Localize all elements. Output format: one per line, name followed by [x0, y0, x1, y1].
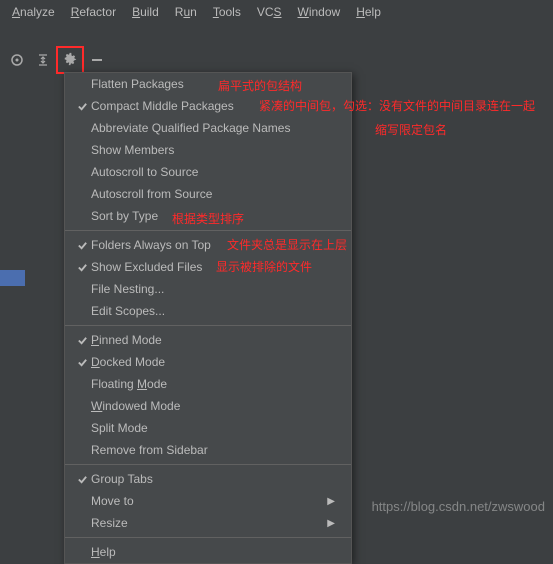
annotation: 扁平式的包结构 [218, 77, 302, 94]
submenu-arrow-icon: ▶ [327, 496, 335, 507]
menu-item-label: Autoscroll from Source [91, 187, 335, 201]
menu-vcs[interactable]: VCS [249, 3, 290, 21]
watermark: https://blog.csdn.net/zwswood [372, 499, 545, 514]
menu-item-floating-mode[interactable]: Floating Mode [65, 373, 351, 395]
check-icon [73, 240, 91, 251]
menu-item-resize[interactable]: Resize▶ [65, 512, 351, 534]
menu-item-autoscroll-to-source[interactable]: Autoscroll to Source [65, 161, 351, 183]
menu-analyze[interactable]: Analyze [4, 3, 63, 21]
settings-popup-menu: Flatten PackagesCompact Middle PackagesA… [64, 72, 352, 564]
menu-item-group-tabs[interactable]: Group Tabs [65, 468, 351, 490]
menu-item-autoscroll-from-source[interactable]: Autoscroll from Source [65, 183, 351, 205]
check-icon [73, 262, 91, 273]
menu-item-windowed-mode[interactable]: Windowed Mode [65, 395, 351, 417]
menu-refactor[interactable]: Refactor [63, 3, 124, 21]
annotation: 缩写限定包名 [375, 121, 447, 138]
menu-item-label: Help [91, 545, 335, 559]
menu-item-label: Split Mode [91, 421, 335, 435]
minimize-icon-button[interactable] [86, 49, 108, 71]
submenu-arrow-icon: ▶ [327, 518, 335, 529]
menu-run[interactable]: Run [167, 3, 205, 21]
menu-item-move-to[interactable]: Move to▶ [65, 490, 351, 512]
menu-separator [65, 464, 351, 465]
annotation: 显示被排除的文件 [216, 258, 312, 275]
menu-item-label: Floating Mode [91, 377, 335, 391]
menu-item-flatten-packages[interactable]: Flatten Packages [65, 73, 351, 95]
menu-item-help[interactable]: Help [65, 541, 351, 563]
menu-window[interactable]: Window [290, 3, 349, 21]
annotation: 根据类型排序 [172, 210, 244, 227]
settings-gear-highlight [56, 46, 84, 74]
menu-item-edit-scopes[interactable]: Edit Scopes... [65, 300, 351, 322]
menu-item-label: Move to [91, 494, 327, 508]
menu-item-label: Docked Mode [91, 355, 335, 369]
menu-separator [65, 230, 351, 231]
menu-item-label: Windowed Mode [91, 399, 335, 413]
menu-build[interactable]: Build [124, 3, 167, 21]
menu-item-pinned-mode[interactable]: Pinned Mode [65, 329, 351, 351]
target-icon-button[interactable] [6, 49, 28, 71]
menu-item-label: File Nesting... [91, 282, 335, 296]
menu-separator [65, 537, 351, 538]
menu-item-split-mode[interactable]: Split Mode [65, 417, 351, 439]
check-icon [73, 474, 91, 485]
menu-item-show-members[interactable]: Show Members [65, 139, 351, 161]
check-icon [73, 101, 91, 112]
menu-item-remove-from-sidebar[interactable]: Remove from Sidebar [65, 439, 351, 461]
menu-item-label: Pinned Mode [91, 333, 335, 347]
collapse-icon-button[interactable] [32, 49, 54, 71]
menu-item-label: Abbreviate Qualified Package Names [91, 121, 335, 135]
annotation: 紧凑的中间包，勾选：没有文件的中间目录连在一起 [259, 97, 535, 114]
check-icon [73, 335, 91, 346]
menu-item-label: Resize [91, 516, 327, 530]
menu-item-file-nesting[interactable]: File Nesting... [65, 278, 351, 300]
menu-item-label: Edit Scopes... [91, 304, 335, 318]
menu-item-docked-mode[interactable]: Docked Mode [65, 351, 351, 373]
menubar: AnalyzeRefactorBuildRunToolsVCSWindowHel… [0, 0, 553, 24]
menu-item-label: Show Members [91, 143, 335, 157]
menu-item-label: Group Tabs [91, 472, 335, 486]
gear-icon[interactable] [63, 52, 77, 69]
annotation: 文件夹总是显示在上层 [227, 236, 347, 253]
menu-help[interactable]: Help [348, 3, 389, 21]
sidebar-selection [0, 270, 25, 286]
check-icon [73, 357, 91, 368]
menu-separator [65, 325, 351, 326]
menu-item-abbreviate-qualified-package-names[interactable]: Abbreviate Qualified Package Names [65, 117, 351, 139]
menu-item-label: Autoscroll to Source [91, 165, 335, 179]
menu-tools[interactable]: Tools [205, 3, 249, 21]
menu-item-label: Remove from Sidebar [91, 443, 335, 457]
